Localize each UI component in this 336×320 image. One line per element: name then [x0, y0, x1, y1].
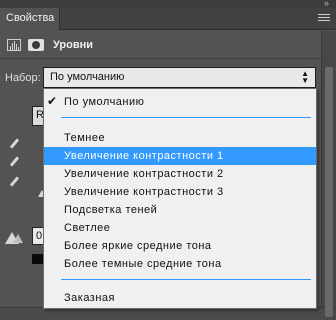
option-increase-contrast-1[interactable]: Увеличение контрастности 1	[44, 147, 316, 165]
panel-title: Уровни	[53, 39, 94, 51]
option-label: Увеличение контрастности 3	[64, 186, 224, 198]
preset-select-value: По умолчанию	[50, 71, 125, 83]
option-label: По умолчанию	[64, 96, 145, 108]
option-increase-contrast-3[interactable]: Увеличение контрастности 3	[44, 183, 316, 201]
option-label: Более яркие средние тона	[64, 240, 212, 252]
levels-histogram-icon[interactable]	[7, 39, 21, 51]
option-label: Более темные средние тона	[64, 258, 222, 270]
option-increase-contrast-2[interactable]: Увеличение контрастности 2	[44, 165, 316, 183]
collapse-arrows-icon[interactable]: »	[324, 0, 329, 8]
window-top-strip: »	[0, 0, 336, 8]
option-label: Темнее	[64, 132, 106, 144]
panel-header: Свойства	[0, 8, 336, 30]
option-label: Увеличение контрастности 2	[64, 168, 224, 180]
option-darker-midtones[interactable]: Более темные средние тона	[44, 255, 316, 273]
clipping-warning-icon-small	[13, 234, 23, 243]
separator	[61, 117, 311, 118]
eyedropper-gray-icon[interactable]	[8, 156, 20, 170]
preset-select[interactable]: По умолчанию ▲ ▼	[43, 67, 316, 88]
preset-dropdown-list: ✔ По умолчанию Темнее Увеличение контрас…	[43, 88, 317, 309]
preset-label: Набор:	[5, 72, 41, 84]
separator	[61, 279, 311, 280]
option-label: Светлее	[64, 222, 111, 234]
option-brighter-midtones[interactable]: Более яркие средние тона	[44, 237, 316, 255]
eyedropper-black-icon[interactable]	[8, 138, 20, 152]
tab-properties[interactable]: Свойства	[0, 8, 60, 30]
option-label: Заказная	[64, 292, 116, 304]
option-label: Увеличение контрастности 1	[64, 150, 224, 162]
panel-title-row: Уровни	[0, 31, 321, 59]
scrollbar-thumb[interactable]	[325, 67, 333, 317]
layer-mask-icon[interactable]	[28, 39, 44, 51]
option-lighter[interactable]: Светлее	[44, 219, 316, 237]
option-lighten-shadows[interactable]: Подсветка теней	[44, 201, 316, 219]
panel-scrollbar[interactable]	[321, 31, 336, 317]
select-arrows-icon: ▲ ▼	[301, 69, 309, 85]
option-darker[interactable]: Темнее	[44, 129, 316, 147]
checkmark-icon: ✔	[47, 94, 58, 108]
option-custom[interactable]: Заказная	[44, 289, 316, 307]
option-label: Подсветка теней	[64, 204, 158, 216]
eyedropper-white-icon[interactable]	[8, 176, 20, 190]
panel-menu-icon[interactable]	[318, 14, 330, 24]
option-default[interactable]: ✔ По умолчанию	[44, 93, 316, 111]
